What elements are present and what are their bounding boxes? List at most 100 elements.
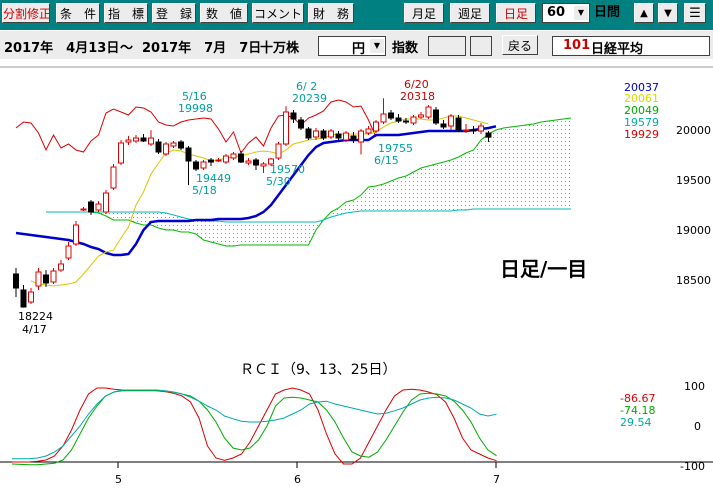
kumo-cloud-segment: [368, 186, 376, 211]
top-toolbar: 分割修正 条 件 指 標 登 録 数 値 コメント 財 務 月足 週足 日足 6…: [0, 0, 713, 30]
back-button[interactable]: 戻る: [502, 35, 538, 55]
condition-button[interactable]: 条 件: [56, 3, 100, 23]
low-annotation-value: 18224: [18, 310, 53, 323]
candle-body: [148, 137, 154, 145]
up-arrow-icon[interactable]: ▲: [634, 3, 654, 23]
kumo-cloud-segment: [181, 217, 189, 232]
price-tick-label: 19500: [676, 174, 711, 187]
annotation-line-2: 6/15: [374, 154, 399, 167]
candle-body: [88, 201, 94, 213]
currency-select[interactable]: 円 ▼: [318, 36, 386, 57]
candle-body: [290, 112, 297, 120]
candle-body: [133, 137, 139, 142]
candle-body: [485, 132, 492, 138]
candle-body: [238, 153, 244, 163]
candle-body: [253, 159, 259, 166]
candle-body: [170, 142, 177, 147]
chevron-down-icon[interactable]: ▼: [574, 6, 588, 20]
candle-body: [388, 112, 394, 119]
period-count-value: 60: [547, 5, 566, 20]
annotation-line-2: 5/30: [266, 175, 291, 188]
x-tick-label: 6: [294, 473, 301, 486]
symbol-code: 101: [563, 38, 591, 53]
candle-body: [50, 270, 57, 283]
kumo-cloud-segment: [211, 221, 219, 244]
candle-body: [260, 163, 267, 167]
kumo-cloud-segment: [563, 118, 571, 209]
candle-body: [223, 155, 229, 163]
index-box-1[interactable]: [428, 36, 466, 56]
kumo-cloud-segment: [398, 176, 406, 211]
period-count-select[interactable]: 60 ▼: [542, 3, 590, 23]
numeric-button[interactable]: 数 値: [200, 3, 248, 23]
candle-body: [125, 139, 132, 143]
down-arrow-icon[interactable]: ▼: [658, 3, 678, 23]
kumo-cloud-segment: [383, 181, 391, 211]
candle-body: [65, 245, 72, 259]
kumo-cloud-segment: [113, 212, 121, 220]
kumo-cloud-segment: [278, 222, 286, 245]
candle-body: [380, 113, 387, 123]
candle-body: [80, 208, 87, 211]
kumo-cloud-segment: [443, 160, 451, 211]
candle-body: [463, 129, 469, 132]
candle-body: [350, 135, 357, 141]
candle-body: [448, 115, 454, 127]
kumo-cloud-segment: [503, 127, 511, 209]
candle-body: [163, 143, 169, 155]
candle-body: [283, 111, 289, 145]
kumo-cloud-segment: [233, 222, 241, 246]
rci-tick-label: -100: [680, 460, 705, 473]
kumo-cloud-segment: [488, 130, 496, 209]
chart-svg: 182244/175/1619998194495/18195705/306/ 2…: [0, 60, 713, 487]
candle-body: [73, 224, 79, 245]
candle-body: [95, 203, 102, 211]
candle-body: [478, 125, 484, 132]
candle-body: [343, 132, 349, 141]
candle-body: [275, 143, 282, 159]
candle-body: [13, 273, 19, 289]
annotation-line-2: 19998: [178, 102, 213, 115]
candle-body: [230, 153, 237, 159]
comment-button[interactable]: コメント: [252, 3, 304, 23]
candle-body: [328, 130, 334, 138]
candle-body: [245, 160, 252, 164]
rci-title: ＲＣＩ（9、13、25日）: [240, 362, 397, 378]
financial-button[interactable]: 財 務: [308, 3, 354, 23]
start-date[interactable]: 2017年 4月13日: [4, 37, 119, 56]
candle-body: [298, 119, 304, 129]
kumo-cloud-segment: [481, 134, 489, 209]
chevron-down-icon[interactable]: ▼: [370, 39, 384, 53]
candle-body: [155, 141, 162, 153]
monthly-button[interactable]: 月足: [404, 3, 444, 23]
kumo-cloud-segment: [496, 128, 504, 209]
candle-body: [320, 130, 327, 139]
candle-body: [110, 166, 117, 189]
end-date[interactable]: 2017年 7月 7日: [142, 37, 261, 56]
index-box-2[interactable]: [470, 36, 492, 56]
legend-value: 19929: [624, 128, 659, 141]
candle-body: [425, 106, 432, 118]
candle-body: [200, 161, 207, 169]
price-tick-label: 20000: [676, 124, 711, 137]
x-tick-label: 7: [493, 473, 500, 486]
symbol-field[interactable]: 101 日経平均: [552, 36, 710, 57]
kumo-cloud-segment: [533, 122, 541, 209]
split-adjust-button[interactable]: 分割修正: [2, 3, 50, 23]
kumo-cloud-segment: [121, 212, 129, 220]
daily-button[interactable]: 日足: [496, 3, 536, 23]
indicator-button[interactable]: 指 標: [104, 3, 148, 23]
currency-value: 円: [351, 42, 365, 57]
chart-mode-label: 日足/一目: [500, 257, 587, 281]
weekly-button[interactable]: 週足: [450, 3, 490, 23]
candle-body: [305, 128, 312, 139]
menu-icon[interactable]: ☰: [684, 3, 706, 23]
kumo-cloud-segment: [376, 184, 384, 211]
register-button[interactable]: 登 録: [152, 3, 196, 23]
symbol-name: 日経平均: [591, 42, 644, 57]
annotation-line-2: 20239: [292, 92, 327, 105]
price-tick-label: 19000: [676, 224, 711, 237]
candle-body: [418, 114, 424, 118]
candle-body: [20, 289, 27, 308]
kumo-cloud-segment: [241, 222, 249, 245]
